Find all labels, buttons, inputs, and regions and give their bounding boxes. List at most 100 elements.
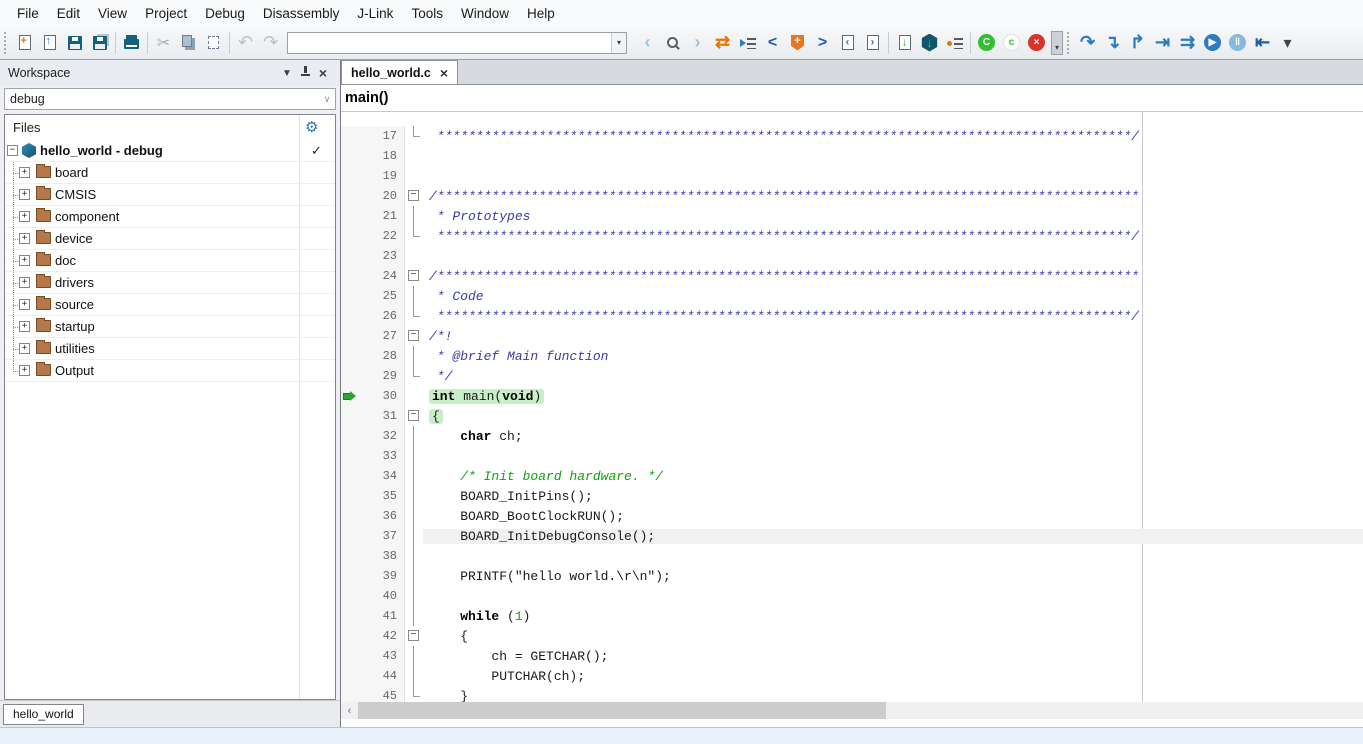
close-icon[interactable]: × — [440, 65, 448, 81]
menu-item-debug[interactable]: Debug — [196, 2, 254, 25]
expand-box-icon[interactable]: + — [19, 321, 30, 332]
breakpoint-gutter[interactable] — [341, 566, 361, 586]
step-over-icon[interactable]: ↷ — [1075, 30, 1100, 56]
panel-close-icon[interactable]: × — [314, 65, 332, 81]
download-and-debug-icon[interactable]: ↓ — [917, 30, 942, 56]
breakpoint-gutter[interactable] — [341, 646, 361, 666]
breakpoint-gutter[interactable] — [341, 386, 361, 406]
tree-item-board[interactable]: +board — [5, 162, 335, 184]
call-stack-icon[interactable] — [942, 30, 967, 56]
stop-icon[interactable]: × — [1024, 30, 1049, 56]
gear-icon[interactable]: ⚙ — [305, 118, 318, 136]
next-bookmark-icon[interactable]: › — [860, 30, 885, 56]
tree-item-drivers[interactable]: +drivers — [5, 272, 335, 294]
fold-collapse-icon[interactable]: − — [408, 270, 419, 281]
breakpoint-gutter[interactable] — [341, 406, 361, 426]
undo-icon[interactable]: ↶ — [233, 30, 258, 56]
scrollbar-thumb[interactable] — [358, 702, 886, 719]
tree-item-utilities[interactable]: +utilities — [5, 338, 335, 360]
expand-box-icon[interactable]: + — [19, 167, 30, 178]
workspace-tab-hello-world[interactable]: hello_world — [3, 704, 84, 725]
breakpoint-gutter[interactable] — [341, 446, 361, 466]
find-previous-icon[interactable]: ‹ — [635, 30, 660, 56]
menu-item-tools[interactable]: Tools — [402, 2, 452, 25]
open-document-icon[interactable]: ↑ — [37, 30, 62, 56]
breakpoint-gutter[interactable] — [341, 526, 361, 546]
breakpoint-gutter[interactable] — [341, 266, 361, 286]
expand-box-icon[interactable]: + — [19, 189, 30, 200]
copy-icon[interactable] — [176, 30, 201, 56]
fold-collapse-icon[interactable]: − — [408, 190, 419, 201]
tree-item-startup[interactable]: +startup — [5, 316, 335, 338]
go-to-function-icon[interactable] — [735, 30, 760, 56]
expand-box-icon[interactable]: + — [19, 299, 30, 310]
tree-item-doc[interactable]: +doc — [5, 250, 335, 272]
breakpoint-gutter[interactable] — [341, 586, 361, 606]
next-statement-icon[interactable]: ⇥ — [1150, 30, 1175, 56]
tree-item-component[interactable]: +component — [5, 206, 335, 228]
menu-item-window[interactable]: Window — [452, 2, 518, 25]
tree-item-source[interactable]: +source — [5, 294, 335, 316]
navigate-forward-icon[interactable]: > — [810, 30, 835, 56]
fold-collapse-icon[interactable]: − — [408, 410, 419, 421]
cpu-reset-icon[interactable]: c — [999, 30, 1024, 56]
breakpoint-gutter[interactable] — [341, 606, 361, 626]
menu-item-disassembly[interactable]: Disassembly — [254, 2, 349, 25]
tree-item-root[interactable]: −hello_world - debug✓ — [5, 140, 335, 162]
breakpoint-gutter[interactable] — [341, 546, 361, 566]
search-icon[interactable] — [660, 30, 685, 56]
run-to-cursor-icon[interactable]: ⇉ — [1175, 30, 1200, 56]
breakpoint-gutter[interactable] — [341, 686, 361, 702]
navigate-back-icon[interactable]: < — [760, 30, 785, 56]
toolbar-overflow-button[interactable]: ▾ — [1051, 31, 1063, 55]
expand-box-icon[interactable]: + — [19, 277, 30, 288]
menu-item-project[interactable]: Project — [136, 2, 196, 25]
expand-box-icon[interactable]: + — [19, 365, 30, 376]
function-selector-bar[interactable]: main() — [341, 85, 1363, 112]
expand-box-icon[interactable]: + — [19, 343, 30, 354]
redo-icon[interactable]: ↷ — [258, 30, 283, 56]
breakpoint-gutter[interactable] — [341, 466, 361, 486]
expand-box-icon[interactable]: + — [19, 233, 30, 244]
cut-icon[interactable]: ✂ — [151, 30, 176, 56]
download-icon[interactable]: ↓ — [892, 30, 917, 56]
menu-item-view[interactable]: View — [89, 2, 136, 25]
configuration-dropdown[interactable]: debug ∨ — [4, 88, 336, 110]
breakpoint-gutter[interactable] — [341, 486, 361, 506]
tree-item-output[interactable]: +Output — [5, 360, 335, 382]
stop-debugging-icon[interactable]: ⇤ — [1250, 30, 1275, 56]
step-out-icon[interactable]: ↱ — [1125, 30, 1150, 56]
reset-icon[interactable]: C — [974, 30, 999, 56]
breakpoint-gutter[interactable] — [341, 326, 361, 346]
debug-menu-icon[interactable]: ▾ — [1275, 30, 1300, 56]
fold-collapse-icon[interactable]: − — [408, 630, 419, 641]
menu-item-edit[interactable]: Edit — [48, 2, 89, 25]
breakpoint-gutter[interactable] — [341, 426, 361, 446]
breakpoint-gutter[interactable] — [341, 166, 361, 186]
breakpoint-gutter[interactable] — [341, 206, 361, 226]
new-document-icon[interactable]: + — [12, 30, 37, 56]
expand-box-icon[interactable]: + — [19, 255, 30, 266]
collapse-box-icon[interactable]: − — [7, 145, 18, 156]
step-into-icon[interactable]: ↴ — [1100, 30, 1125, 56]
breakpoint-gutter[interactable] — [341, 126, 361, 146]
breakpoint-gutter[interactable] — [341, 246, 361, 266]
print-icon[interactable] — [119, 30, 144, 56]
scroll-left-arrow-icon[interactable]: ‹ — [341, 702, 358, 719]
go-icon[interactable]: ▶ — [1200, 30, 1225, 56]
code-editor[interactable]: 17 *************************************… — [341, 112, 1363, 702]
break-icon[interactable]: ‖ — [1225, 30, 1250, 56]
editor-tab-hello-world-c[interactable]: hello_world.c × — [341, 60, 458, 84]
debug-toolbar-grip[interactable] — [1067, 32, 1071, 54]
horizontal-scrollbar[interactable]: ‹ — [341, 702, 1363, 719]
toolbar-grip[interactable] — [4, 32, 8, 54]
panel-pin-icon[interactable] — [296, 66, 314, 80]
breakpoint-gutter[interactable] — [341, 366, 361, 386]
navigate-history-icon[interactable]: ⇄ — [710, 30, 735, 56]
panel-collapse-icon[interactable]: ▼ — [278, 68, 296, 79]
tree-item-cmsis[interactable]: +CMSIS — [5, 184, 335, 206]
breakpoint-gutter[interactable] — [341, 286, 361, 306]
breakpoint-gutter[interactable] — [341, 666, 361, 686]
chevron-down-icon[interactable]: ▾ — [611, 33, 626, 53]
search-combobox[interactable]: ▾ — [287, 32, 627, 54]
